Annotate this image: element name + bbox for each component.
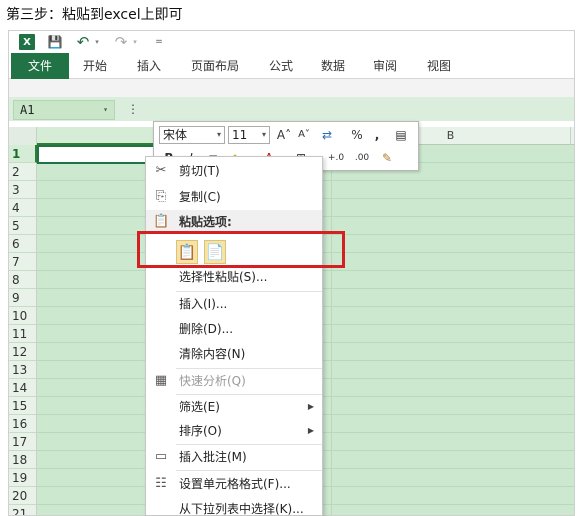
- menu-item-delete[interactable]: 删除(D)...: [146, 317, 322, 341]
- menu-item-label: 插入(I)...: [179, 297, 228, 311]
- menu-item-label: 设置单元格格式(F)...: [179, 477, 291, 491]
- menu-item-pick-from-dropdown[interactable]: 从下拉列表中选择(K)...: [146, 497, 322, 516]
- tab-view[interactable]: 视图: [419, 53, 459, 79]
- row-header-11[interactable]: 11: [9, 325, 37, 343]
- context-menu: ✂ 剪切(T) ⎘ 复制(C) 📋 粘贴选项: 📋 📄 选择性粘贴(S)... …: [145, 156, 323, 516]
- format-cells-icon: ☷: [155, 476, 167, 491]
- row-header-8[interactable]: 8: [9, 271, 37, 289]
- menu-item-label: 删除(D)...: [179, 322, 234, 336]
- row-header-1[interactable]: 1: [9, 145, 37, 163]
- format-painter-icon[interactable]: ✎: [378, 149, 396, 167]
- tab-insert[interactable]: 插入: [129, 53, 169, 79]
- chevron-down-icon[interactable]: ▾: [262, 127, 266, 143]
- comment-icon: ▭: [154, 449, 168, 464]
- row-header-2[interactable]: 2: [9, 163, 37, 181]
- menu-item-label: 复制(C): [179, 190, 221, 204]
- ribbon-collapsed-area: [9, 79, 574, 97]
- formula-bar-grip-icon: ⋮: [127, 102, 139, 116]
- row-header-14[interactable]: 14: [9, 379, 37, 397]
- tab-review[interactable]: 审阅: [365, 53, 405, 79]
- submenu-arrow-icon: ▶: [307, 426, 314, 435]
- menu-item-filter[interactable]: 筛选(E) ▶: [146, 395, 322, 419]
- save-icon[interactable]: 💾: [47, 34, 63, 50]
- tab-data[interactable]: 数据: [313, 53, 353, 79]
- format-switch-icon[interactable]: ⇄: [317, 126, 337, 144]
- column-divider: [331, 145, 332, 515]
- font-size-select[interactable]: 11 ▾: [228, 126, 270, 144]
- row-header-7[interactable]: 7: [9, 253, 37, 271]
- menu-item-insert[interactable]: 插入(I)...: [146, 292, 322, 316]
- row-header-5[interactable]: 5: [9, 217, 37, 235]
- decrease-font-icon[interactable]: A˅: [295, 126, 313, 144]
- customize-toolbar-icon[interactable]: =: [151, 34, 167, 50]
- tab-home[interactable]: 开始: [75, 53, 115, 79]
- font-name-select[interactable]: 宋体 ▾: [159, 126, 225, 144]
- menu-item-label: 排序(O): [179, 424, 222, 438]
- menu-item-copy[interactable]: ⎘ 复制(C): [146, 185, 322, 209]
- ribbon-tabs: 文件 开始 插入 页面布局 公式 数据 审阅 视图: [9, 53, 574, 79]
- menu-separator: [176, 470, 322, 471]
- menu-item-label: 剪切(T): [179, 164, 220, 178]
- row-header-15[interactable]: 15: [9, 397, 37, 415]
- menu-item-label: 快速分析(Q): [179, 374, 246, 388]
- menu-item-label: 插入批注(M): [179, 450, 247, 464]
- tab-file[interactable]: 文件: [11, 53, 69, 79]
- row-header-18[interactable]: 18: [9, 451, 37, 469]
- row-header-16[interactable]: 16: [9, 415, 37, 433]
- increase-font-icon[interactable]: A˄: [275, 126, 293, 144]
- redo-icon[interactable]: ↷: [113, 33, 129, 51]
- table-format-icon[interactable]: ▤: [392, 126, 410, 144]
- quick-analysis-icon: ▦: [154, 373, 168, 388]
- name-box-value: A1: [20, 103, 35, 117]
- redo-dropdown-icon[interactable]: ▾: [131, 34, 139, 50]
- row-header-4[interactable]: 4: [9, 199, 37, 217]
- menu-item-cut[interactable]: ✂ 剪切(T): [146, 159, 322, 183]
- row-header-20[interactable]: 20: [9, 487, 37, 505]
- menu-item-label: 清除内容(N): [179, 347, 246, 361]
- chevron-down-icon[interactable]: ▾: [217, 127, 221, 143]
- row-header-9[interactable]: 9: [9, 289, 37, 307]
- copy-icon: ⎘: [155, 189, 167, 204]
- row-header-21[interactable]: 21: [9, 505, 37, 515]
- tab-page-layout[interactable]: 页面布局: [185, 53, 245, 79]
- tab-formulas[interactable]: 公式: [261, 53, 301, 79]
- undo-icon[interactable]: ↶: [75, 33, 91, 51]
- menu-item-label: 选择性粘贴(S)...: [179, 270, 268, 284]
- comma-style-icon[interactable]: ,: [371, 126, 383, 144]
- formula-bar: A1 ▾ ⋮: [9, 97, 574, 121]
- row-header-13[interactable]: 13: [9, 361, 37, 379]
- row-header-19[interactable]: 19: [9, 469, 37, 487]
- name-box[interactable]: A1 ▾: [13, 100, 115, 120]
- submenu-arrow-icon: ▶: [307, 402, 314, 411]
- quick-access-toolbar: X 💾 ↶ ▾ ↷ ▾ =: [9, 31, 574, 53]
- undo-dropdown-icon[interactable]: ▾: [93, 34, 101, 50]
- increase-decimal-icon[interactable]: +.0: [325, 149, 347, 167]
- row-header-3[interactable]: 3: [9, 181, 37, 199]
- menu-item-clear-contents[interactable]: 清除内容(N): [146, 342, 322, 366]
- menu-item-insert-comment[interactable]: ▭ 插入批注(M): [146, 445, 322, 469]
- chevron-down-icon[interactable]: ▾: [103, 101, 108, 119]
- font-name-value: 宋体: [163, 128, 188, 142]
- percent-style-icon[interactable]: %: [349, 126, 365, 144]
- paste-options-highlight-box: [137, 231, 345, 268]
- row-header-6[interactable]: 6: [9, 235, 37, 253]
- row-headers: 1 2 3 4 5 6 7 8 9 10 11 12 13 14 15 16 1…: [9, 145, 37, 515]
- menu-item-quick-analysis: ▦ 快速分析(Q): [146, 369, 322, 393]
- select-all-corner[interactable]: [9, 127, 37, 145]
- caption-text: 第三步：粘贴到excel上即可: [6, 7, 183, 23]
- scissors-icon: ✂: [155, 163, 167, 178]
- row-header-12[interactable]: 12: [9, 343, 37, 361]
- menu-item-format-cells[interactable]: ☷ 设置单元格格式(F)...: [146, 472, 322, 496]
- decrease-decimal-icon[interactable]: .00: [351, 149, 373, 167]
- menu-item-label: 从下拉列表中选择(K)...: [179, 502, 304, 516]
- menu-item-label: 筛选(E): [179, 400, 220, 414]
- row-header-17[interactable]: 17: [9, 433, 37, 451]
- menu-item-paste-special[interactable]: 选择性粘贴(S)...: [146, 265, 322, 289]
- menu-item-sort[interactable]: 排序(O) ▶: [146, 419, 322, 443]
- font-size-value: 11: [232, 128, 248, 142]
- excel-logo-icon: X: [19, 34, 35, 50]
- row-header-10[interactable]: 10: [9, 307, 37, 325]
- menu-item-label: 粘贴选项:: [179, 215, 232, 229]
- clipboard-icon: 📋: [153, 214, 170, 229]
